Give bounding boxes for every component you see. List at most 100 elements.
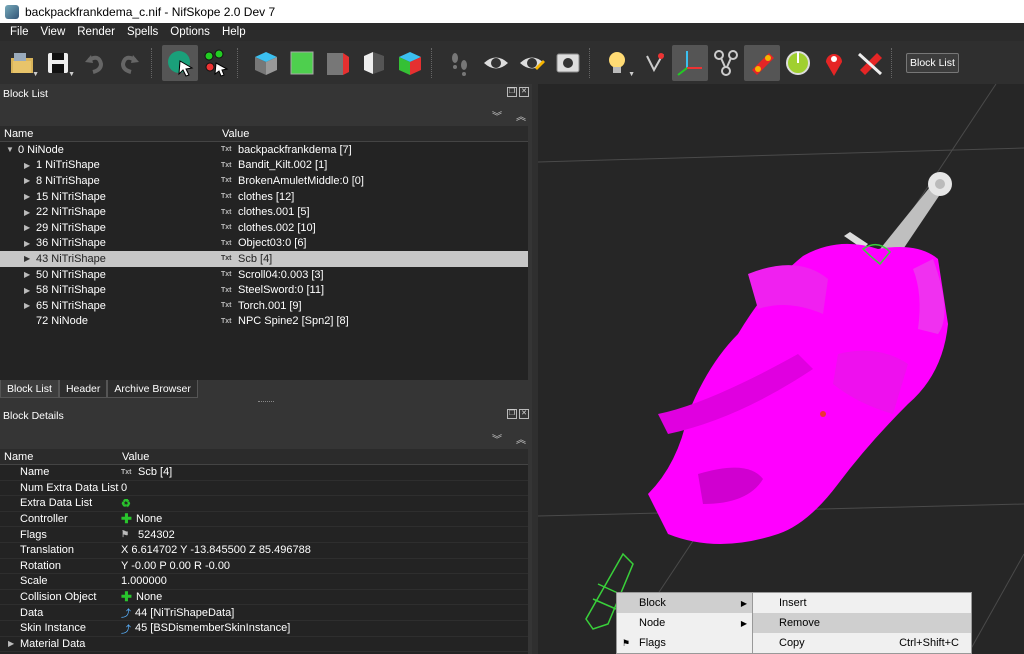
expand-closed-icon[interactable]: ▶ — [24, 208, 36, 217]
field-value[interactable]: None — [136, 591, 162, 603]
detail-row[interactable]: ▶ Material Data — [0, 637, 528, 653]
expand-closed-icon[interactable]: ▶ — [24, 270, 36, 279]
detail-row[interactable]: Scale 1.000000 — [0, 574, 528, 590]
select-object-button[interactable] — [162, 44, 198, 81]
field-value[interactable]: None — [136, 513, 162, 525]
menu-item-insert[interactable]: Insert — [753, 593, 971, 613]
show-markers-button[interactable] — [816, 45, 852, 81]
expand-closed-icon[interactable]: ▶ — [24, 301, 36, 310]
expand-closed-icon[interactable]: ▶ — [24, 176, 36, 185]
detail-row[interactable]: Translation X 6.614702 Y -13.845500 Z 85.… — [0, 543, 528, 559]
field-value[interactable]: 1.000000 — [121, 575, 167, 587]
show-marker-button[interactable] — [514, 45, 550, 81]
float-icon[interactable]: ❐ — [507, 409, 517, 419]
column-name[interactable]: Name — [0, 449, 118, 464]
block-list-row[interactable]: ▶ 36 NiTriShape Txt Object03:0 [6] — [0, 236, 528, 252]
expand-open-icon[interactable]: ▼ — [6, 145, 18, 154]
field-value[interactable]: X 6.614702 Y -13.845500 Z 85.496788 — [121, 544, 311, 556]
block-list-row[interactable]: ▶ 43 NiTriShape Txt Scb [4] — [0, 251, 528, 267]
detail-row[interactable]: Rotation Y -0.00 P 0.00 R -0.00 — [0, 559, 528, 575]
close-icon[interactable]: ✕ — [519, 409, 529, 419]
lighting-button[interactable]: ▼ — [600, 45, 636, 81]
save-button[interactable]: ▼ — [40, 45, 76, 81]
close-icon[interactable]: ✕ — [519, 87, 529, 97]
detail-row[interactable]: Data ⤴ 44 [NiTriShapeData] — [0, 605, 528, 621]
chevron-down-icon[interactable]: ︾ — [492, 431, 502, 446]
show-axes-button[interactable] — [636, 45, 672, 81]
detail-row[interactable]: Num Extra Data List 0 — [0, 481, 528, 497]
open-button[interactable]: ▼ — [4, 45, 40, 81]
screenshot-button[interactable] — [550, 45, 586, 81]
tab-archive-browser[interactable]: Archive Browser — [107, 380, 198, 398]
menu-item-block[interactable]: Block ▶ — [617, 593, 753, 613]
show-nodes-button[interactable] — [708, 45, 744, 81]
menu-render[interactable]: Render — [71, 26, 121, 38]
view-user-button[interactable] — [356, 45, 392, 81]
block-list-row[interactable]: ▶ 15 NiTriShape Txt clothes [12] — [0, 189, 528, 205]
menu-file[interactable]: File — [4, 26, 35, 38]
undo-button[interactable] — [76, 45, 112, 81]
menu-item-copy[interactable]: Copy Ctrl+Shift+C — [753, 633, 971, 653]
select-vertex-button[interactable] — [198, 45, 234, 81]
field-value[interactable]: 0 — [121, 482, 127, 494]
menu-options[interactable]: Options — [164, 26, 216, 38]
chevron-down-icon[interactable]: ︾ — [492, 108, 502, 123]
view-walk-button[interactable] — [392, 45, 428, 81]
expand-closed-icon[interactable]: ▶ — [24, 223, 36, 232]
block-list-row[interactable]: 72 NiNode Txt NPC Spine2 [Spn2] [8] — [0, 314, 528, 330]
chevron-up-icon[interactable]: ︽ — [516, 431, 526, 446]
menu-spells[interactable]: Spells — [121, 26, 164, 38]
menu-help[interactable]: Help — [216, 26, 252, 38]
field-value[interactable]: 524302 — [138, 529, 175, 541]
show-collision-button[interactable] — [780, 45, 816, 81]
column-name[interactable]: Name — [0, 126, 218, 141]
walk-mode-button[interactable] — [442, 45, 478, 81]
show-axes-gizmo-button[interactable] — [672, 44, 708, 81]
float-icon[interactable]: ❐ — [507, 87, 517, 97]
show-constraints-button[interactable] — [744, 44, 780, 81]
detail-row[interactable]: Controller ✚ None — [0, 511, 528, 528]
show-hidden-button[interactable] — [478, 45, 514, 81]
block-list-row[interactable]: ▼ 0 NiNode Txt backpackfrankdema [7] — [0, 142, 528, 158]
expand-closed-icon[interactable]: ▶ — [24, 254, 36, 263]
view-top-button[interactable] — [248, 45, 284, 81]
hide-constraints-button[interactable] — [852, 45, 888, 81]
block-list-row[interactable]: ▶ 22 NiTriShape Txt clothes.001 [5] — [0, 204, 528, 220]
expand-closed-icon[interactable]: ▶ — [24, 239, 36, 248]
menu-item-flags[interactable]: ⚑ Flags — [617, 633, 753, 653]
menu-view[interactable]: View — [35, 26, 72, 38]
expand-closed-icon[interactable]: ▶ — [8, 639, 20, 648]
render-viewport[interactable] — [538, 84, 1024, 654]
field-value[interactable]: 45 [BSDismemberSkinInstance] — [135, 622, 290, 634]
expand-closed-icon[interactable]: ▶ — [24, 286, 36, 295]
tab-block-list[interactable]: Block List — [0, 380, 59, 398]
block-list-row[interactable]: ▶ 58 NiTriShape Txt SteelSword:0 [11] — [0, 282, 528, 298]
block-list-row[interactable]: ▶ 1 NiTriShape Txt Bandit_Kilt.002 [1] — [0, 158, 528, 174]
block-list-row[interactable]: ▶ 29 NiTriShape Txt clothes.002 [10] — [0, 220, 528, 236]
block-list-toggle-button[interactable]: Block List — [906, 52, 959, 73]
block-list-row[interactable]: ▶ 50 NiTriShape Txt Scroll04:0.003 [3] — [0, 267, 528, 283]
column-value[interactable]: Value — [218, 126, 249, 141]
field-value[interactable]: Scb [4] — [138, 466, 172, 478]
column-value[interactable]: Value — [118, 449, 149, 464]
dock-resize-grip[interactable] — [258, 401, 274, 403]
expand-closed-icon[interactable]: ▶ — [24, 161, 36, 170]
detail-row[interactable]: Skin Instance ⤴ 45 [BSDismemberSkinInstanc… — [0, 621, 528, 637]
tab-header[interactable]: Header — [58, 380, 108, 398]
detail-row[interactable]: Extra Data List ♻ — [0, 496, 528, 512]
redo-button[interactable] — [112, 45, 148, 81]
field-value[interactable]: 44 [NiTriShapeData] — [135, 607, 234, 619]
expand-closed-icon[interactable]: ▶ — [24, 192, 36, 201]
view-front-button[interactable] — [284, 45, 320, 81]
detail-row[interactable]: Name Txt Scb [4] — [0, 465, 528, 481]
block-list-tree[interactable]: Name Value ▼ 0 NiNode Txt backpackfrankdema… — [0, 126, 528, 380]
field-value[interactable]: Y -0.00 P 0.00 R -0.00 — [121, 560, 230, 572]
view-side-button[interactable] — [320, 45, 356, 81]
block-details-tree[interactable]: Name Value Name Txt Scb [4] Num Extra Data … — [0, 449, 528, 654]
menu-item-remove[interactable]: Remove — [753, 613, 971, 633]
scene-render[interactable] — [538, 84, 1024, 654]
chevron-up-icon[interactable]: ︽ — [516, 108, 526, 123]
block-list-row[interactable]: ▶ 65 NiTriShape Txt Torch.001 [9] — [0, 298, 528, 314]
detail-row[interactable]: Flags ⚑ 524302 — [0, 527, 528, 543]
block-list-row[interactable]: ▶ 8 NiTriShape Txt BrokenAmuletMiddle:0 [0] — [0, 173, 528, 189]
